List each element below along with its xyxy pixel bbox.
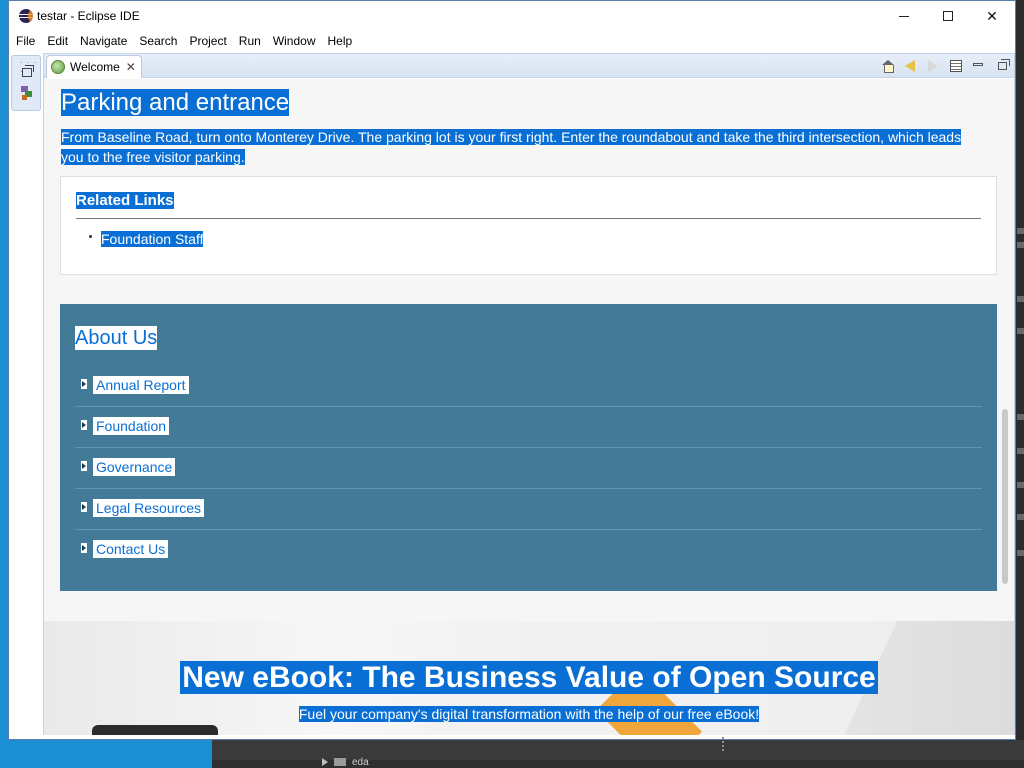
- sash-handle-icon[interactable]: [722, 737, 725, 753]
- menu-bar: File Edit Navigate Search Project Run Wi…: [9, 31, 1015, 51]
- home-icon: [882, 60, 894, 73]
- tab-welcome-label: Welcome: [70, 60, 120, 74]
- menu-search[interactable]: Search: [133, 31, 183, 51]
- about-row-contact-us: Contact Us: [75, 530, 982, 571]
- editor-area: Welcome ✕ Parking and entrance From Base…: [43, 53, 1015, 735]
- folder-icon: [334, 758, 346, 766]
- link-annual-report[interactable]: Annual Report: [93, 376, 189, 394]
- back-arrow-icon: [905, 60, 915, 72]
- menu-navigate[interactable]: Navigate: [74, 31, 133, 51]
- eclipse-logo-icon: [19, 9, 33, 23]
- ebook-banner: New eBook: The Business Value of Open So…: [44, 621, 1014, 735]
- desktop-right-strip: [1016, 0, 1024, 768]
- chevron-right-icon: [81, 461, 87, 471]
- about-us-panel: About Us Annual Report Foundation Govern…: [60, 304, 997, 591]
- package-explorer-icon[interactable]: [21, 86, 33, 100]
- background-tree-item[interactable]: eda: [322, 756, 369, 768]
- vertical-scrollbar[interactable]: [1002, 409, 1008, 584]
- expand-arrow-icon[interactable]: [322, 758, 328, 766]
- about-us-title: About Us: [75, 326, 158, 350]
- menu-window[interactable]: Window: [267, 31, 322, 51]
- welcome-page-content[interactable]: Parking and entrance From Baseline Road,…: [44, 79, 1014, 735]
- menu-file[interactable]: File: [9, 31, 41, 51]
- banner-subtitle: Fuel your company's digital transformati…: [298, 706, 760, 722]
- close-icon: ✕: [986, 7, 998, 24]
- tab-welcome[interactable]: Welcome ✕: [46, 55, 142, 78]
- menu-project[interactable]: Project: [183, 31, 232, 51]
- link-foundation[interactable]: Foundation: [93, 417, 170, 435]
- menu-run[interactable]: Run: [233, 31, 267, 51]
- banner-title: New eBook: The Business Value of Open So…: [180, 661, 878, 694]
- link-legal-resources[interactable]: Legal Resources: [93, 499, 205, 517]
- chevron-right-icon: [81, 379, 87, 389]
- eclipse-window: testar - Eclipse IDE ✕ File Edit Navigat…: [8, 0, 1016, 740]
- bullet-icon: [89, 235, 92, 238]
- chevron-right-icon: [81, 420, 87, 430]
- view-restore-icon: [997, 59, 1010, 70]
- about-row-annual-report: Annual Report: [75, 366, 982, 407]
- tab-close-icon[interactable]: ✕: [126, 60, 136, 74]
- window-title: testar - Eclipse IDE: [37, 9, 140, 23]
- about-row-legal-resources: Legal Resources: [75, 489, 982, 530]
- close-button[interactable]: ✕: [969, 1, 1015, 31]
- view-maximize-button[interactable]: [994, 58, 1010, 74]
- menu-edit[interactable]: Edit: [41, 31, 74, 51]
- back-button[interactable]: [902, 58, 918, 74]
- table-of-contents-icon: [950, 60, 962, 72]
- view-minimize-button[interactable]: [970, 58, 986, 74]
- parking-paragraph: From Baseline Road, turn onto Monterey D…: [61, 129, 962, 165]
- view-minimize-icon: [973, 62, 983, 66]
- desktop-bottom-strip: eda: [0, 740, 1024, 768]
- divider: [76, 218, 981, 219]
- home-button[interactable]: [880, 58, 896, 74]
- link-contact-us[interactable]: Contact Us: [93, 540, 169, 558]
- tree-item-label: eda: [352, 756, 369, 768]
- chevron-right-icon: [81, 502, 87, 512]
- minimize-button[interactable]: [881, 1, 927, 31]
- chevron-right-icon: [81, 543, 87, 553]
- title-bar[interactable]: testar - Eclipse IDE ✕: [9, 1, 1015, 31]
- editor-tab-bar: Welcome ✕: [44, 54, 1014, 78]
- minimized-views-trim: · · · ·: [11, 55, 41, 111]
- about-row-foundation: Foundation: [75, 407, 982, 448]
- restore-icon[interactable]: [22, 65, 34, 77]
- about-row-governance: Governance: [75, 448, 982, 489]
- table-of-contents-button[interactable]: [948, 58, 964, 74]
- maximize-button[interactable]: [925, 1, 971, 31]
- related-links-title: Related Links: [76, 192, 174, 209]
- link-governance[interactable]: Governance: [93, 458, 176, 476]
- menu-help[interactable]: Help: [322, 31, 359, 51]
- related-links-panel: Related Links Foundation Staff: [60, 176, 997, 275]
- minimize-icon: [899, 15, 909, 17]
- link-foundation-staff[interactable]: Foundation Staff: [101, 230, 204, 248]
- forward-button[interactable]: [925, 58, 941, 74]
- maximize-icon: [943, 11, 953, 21]
- forward-arrow-icon: [928, 60, 938, 72]
- parking-heading: Parking and entrance: [61, 89, 290, 116]
- banner-button-partial[interactable]: [92, 725, 218, 735]
- welcome-globe-icon: [51, 60, 65, 74]
